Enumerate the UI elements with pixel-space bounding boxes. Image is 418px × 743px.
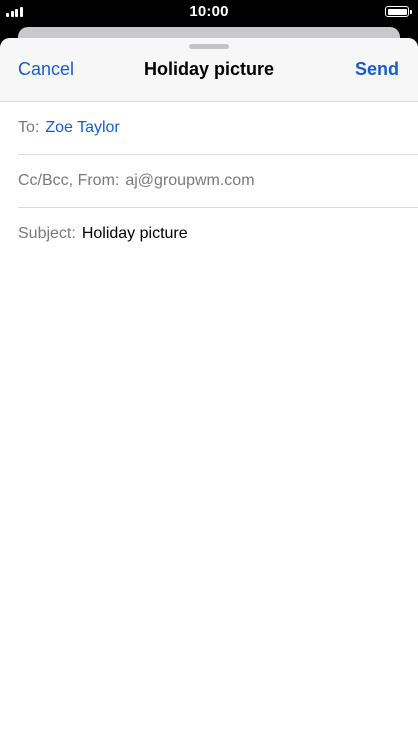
status-bar: 10:00 — [0, 0, 418, 24]
subject-field-row[interactable]: Subject: Holiday picture — [18, 208, 418, 261]
compose-sheet: Cancel Holiday picture Send To: Zoe Tayl… — [0, 38, 418, 743]
message-body[interactable] — [0, 259, 418, 743]
cc-bcc-from-field-row[interactable]: Cc/Bcc, From: aj@groupwm.com — [18, 155, 418, 208]
navigation-bar: Cancel Holiday picture Send — [0, 38, 418, 102]
to-recipient[interactable]: Zoe Taylor — [45, 119, 119, 137]
to-field-row[interactable]: To: Zoe Taylor — [18, 102, 418, 155]
subject-label: Subject: — [18, 225, 76, 242]
status-time: 10:00 — [189, 3, 229, 20]
from-address[interactable]: aj@groupwm.com — [125, 172, 254, 190]
sheet-grabber-handle[interactable] — [189, 44, 229, 49]
phone-screen: 10:00 Cancel Holiday picture Send To: Zo… — [0, 0, 418, 743]
battery-icon — [385, 6, 412, 17]
subject-input[interactable]: Holiday picture — [82, 225, 188, 243]
to-label: To: — [18, 119, 40, 136]
send-button[interactable]: Send — [355, 59, 399, 80]
cc-bcc-from-label: Cc/Bcc, From: — [18, 172, 120, 189]
